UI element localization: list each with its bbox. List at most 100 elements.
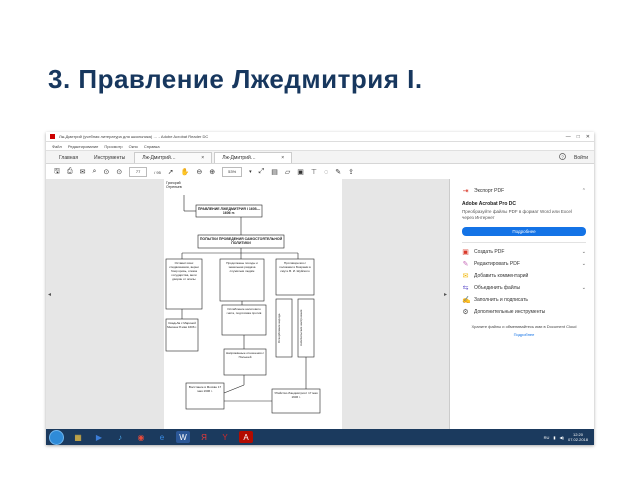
tool-combine-files[interactable]: ⇆ Объединить файлы ⌄ xyxy=(462,282,586,294)
select-tool-icon[interactable]: ➚ xyxy=(168,168,174,176)
footer-text: Храните файлы и обменивайтесь ими в Docu… xyxy=(471,324,577,329)
comment-icon[interactable]: ▱ xyxy=(285,168,290,176)
svg-text:?: ? xyxy=(561,154,564,159)
zoom-dropdown-icon[interactable]: ▾ xyxy=(249,169,252,175)
word-app-icon[interactable]: W xyxy=(176,431,190,443)
acrobat-window: Лж-Дмитрий (учебная литература для школь… xyxy=(46,132,594,445)
search-icon[interactable]: ⌕ xyxy=(92,168,96,176)
diagram-branch-left: Оставил всех сподвижников, верни бояр кр… xyxy=(169,261,199,281)
help-icon[interactable]: ? xyxy=(559,153,566,162)
hand-tool-icon[interactable]: ✋ xyxy=(181,168,190,176)
right-tools-panel: ⇥ Экспорт PDF ⌃ Adobe Acrobat Pro DC Пре… xyxy=(450,179,594,429)
media-app-icon[interactable]: ▶ xyxy=(92,431,106,443)
sound-app-icon[interactable]: ♪ xyxy=(113,431,127,443)
tab-close-icon[interactable]: × xyxy=(281,155,284,161)
minimize-button[interactable]: — xyxy=(566,134,571,140)
volume-icon[interactable]: ◀) xyxy=(560,435,564,440)
print-icon[interactable]: ⎙ xyxy=(67,168,73,176)
scroll-mode-icon[interactable]: ▤ xyxy=(271,168,278,176)
menu-window[interactable]: Окно xyxy=(129,144,138,149)
system-tray: RU ▮ ◀) 12:20 07.02.2018 xyxy=(544,432,594,442)
tool-more-tools[interactable]: ⚙ Дополнительные инструменты xyxy=(462,306,586,318)
comment-tool-icon: ✉ xyxy=(462,273,469,280)
fit-page-icon[interactable]: ⤢ xyxy=(259,168,265,176)
tab-close-icon[interactable]: × xyxy=(201,155,204,161)
diagram-title: ПРАВЛЕНИЕ ЛЖЕДМИТРИЯ I 1605—1606 гг. xyxy=(197,207,261,215)
zoom-input[interactable]: 53% xyxy=(222,167,243,177)
tab-document-1[interactable]: Лж-Дмитрий… × xyxy=(134,152,213,163)
diagram-bottom-left: Восстание в Москве 17 мая 1606 г. xyxy=(188,385,222,393)
menu-help[interactable]: Справка xyxy=(144,144,160,149)
diagram-left-low: Свадьба с Мариной Мнишек 8 мая 1606 г. xyxy=(167,321,197,329)
share-icon[interactable]: ⇪ xyxy=(348,168,354,176)
promo-title: Adobe Acrobat Pro DC xyxy=(462,201,516,207)
chrome-app-icon[interactable]: ◉ xyxy=(134,431,148,443)
promo-text: Преобразуйте файлы PDF в формат Word или… xyxy=(462,209,572,220)
acrobat-app-icon[interactable]: A xyxy=(239,431,253,443)
content-area: ◂ Григорий Отрепьев ПРАВЛЕНИЕ ЛЖЕДМИТРИЯ… xyxy=(46,179,594,429)
window-titlebar: Лж-Дмитрий (учебная литература для школь… xyxy=(46,132,594,142)
network-icon[interactable]: ▮ xyxy=(553,435,555,440)
more-tools-icon: ⚙ xyxy=(462,309,469,316)
diagram-top-label: Григорий Отрепьев xyxy=(166,181,182,189)
chevron-down-icon: ⌄ xyxy=(581,261,586,267)
tab-document-1-label: Лж-Дмитрий… xyxy=(142,155,176,161)
zoom-in-icon[interactable]: ⊕ xyxy=(209,168,215,176)
login-button[interactable]: Войти xyxy=(574,155,588,161)
tab-tools[interactable]: Инструменты xyxy=(87,153,132,163)
chevron-down-icon: ⌄ xyxy=(581,249,586,255)
collapse-left-icon[interactable]: ◂ xyxy=(48,291,51,298)
export-pdf-row[interactable]: ⇥ Экспорт PDF ⌃ xyxy=(462,185,586,197)
yandex-app-icon[interactable]: Я xyxy=(197,431,211,443)
tab-document-2-label: Лж-Дмитрий… xyxy=(222,155,256,161)
highlight-icon[interactable]: ▣ xyxy=(297,168,304,176)
edit-pdf-icon: ✎ xyxy=(462,261,469,268)
page-number-input[interactable]: 77 xyxy=(129,167,148,177)
pdf-page: Григорий Отрепьев ПРАВЛЕНИЕ ЛЖЕДМИТРИЯ I… xyxy=(164,179,342,429)
sticky-note-icon[interactable]: ◌ xyxy=(324,169,328,176)
tool-label: Добавить комментарий xyxy=(474,273,529,279)
save-icon[interactable]: 🖫 xyxy=(54,167,60,178)
maximize-button[interactable]: □ xyxy=(577,134,580,140)
page-down-icon[interactable]: ⊙ xyxy=(116,168,122,176)
chevron-up-icon: ⌃ xyxy=(581,188,586,194)
menu-view[interactable]: Просмотр xyxy=(104,144,122,149)
page-total: / 95 xyxy=(154,169,161,175)
zoom-out-icon[interactable]: ⊖ xyxy=(196,168,202,176)
language-indicator[interactable]: RU xyxy=(544,435,550,440)
window-title: Лж-Дмитрий (учебная литература для школь… xyxy=(59,134,209,139)
close-button[interactable]: ✕ xyxy=(586,134,590,140)
menu-edit[interactable]: Редактирование xyxy=(68,144,98,149)
footer-link[interactable]: Подробнее xyxy=(462,332,586,337)
collapse-right-icon[interactable]: ▸ xyxy=(444,291,447,298)
menu-bar: Файл Редактирование Просмотр Окно Справк… xyxy=(46,142,594,150)
tool-label: Создать PDF xyxy=(474,249,505,255)
diagram-vertical-right: Антипольские настроения xyxy=(299,309,303,347)
start-button[interactable] xyxy=(49,429,64,445)
page-up-icon[interactable]: ⊙ xyxy=(103,168,109,176)
yandex-browser-app-icon[interactable]: Y xyxy=(218,431,232,443)
document-cloud-footer: Храните файлы и обменивайтесь ими в Docu… xyxy=(462,324,586,337)
email-icon[interactable]: ✉ xyxy=(80,168,86,176)
tabs-bar: Главная Инструменты Лж-Дмитрий… × Лж-Дми… xyxy=(46,150,594,164)
clock[interactable]: 12:20 07.02.2018 xyxy=(568,432,588,442)
export-pdf-label: Экспорт PDF xyxy=(474,188,505,194)
stamp-icon[interactable]: ⊤ xyxy=(311,168,317,176)
diagram-bottom-middle: Напряжённые отношения с Польшей xyxy=(225,351,265,359)
document-area: ◂ Григорий Отрепьев ПРАВЛЕНИЕ ЛЖЕДМИТРИЯ… xyxy=(46,179,450,429)
trial-button[interactable]: Подробнее xyxy=(462,227,586,236)
tool-edit-pdf[interactable]: ✎ Редактировать PDF ⌄ xyxy=(462,258,586,270)
tool-label: Редактировать PDF xyxy=(474,261,520,267)
pen-icon[interactable]: ✎ xyxy=(335,168,341,176)
tab-home[interactable]: Главная xyxy=(52,153,85,163)
menu-file[interactable]: Файл xyxy=(52,144,62,149)
diagram-vertical-left: Оскорбление народа xyxy=(277,313,281,343)
explorer-app-icon[interactable]: ▦ xyxy=(71,431,85,443)
tool-add-comment[interactable]: ✉ Добавить комментарий xyxy=(462,270,586,282)
tool-fill-sign[interactable]: ✍ Заполнить и подписать xyxy=(462,294,586,306)
tab-document-2[interactable]: Лж-Дмитрий… × xyxy=(214,152,293,163)
ie-app-icon[interactable]: e xyxy=(155,431,169,443)
windows-taskbar: ▦ ▶ ♪ ◉ e W Я Y A RU ▮ ◀) 12:20 07.02.20… xyxy=(46,429,594,445)
tool-create-pdf[interactable]: ▣ Создать PDF ⌄ xyxy=(462,246,586,258)
tool-label: Дополнительные инструменты xyxy=(474,309,546,315)
